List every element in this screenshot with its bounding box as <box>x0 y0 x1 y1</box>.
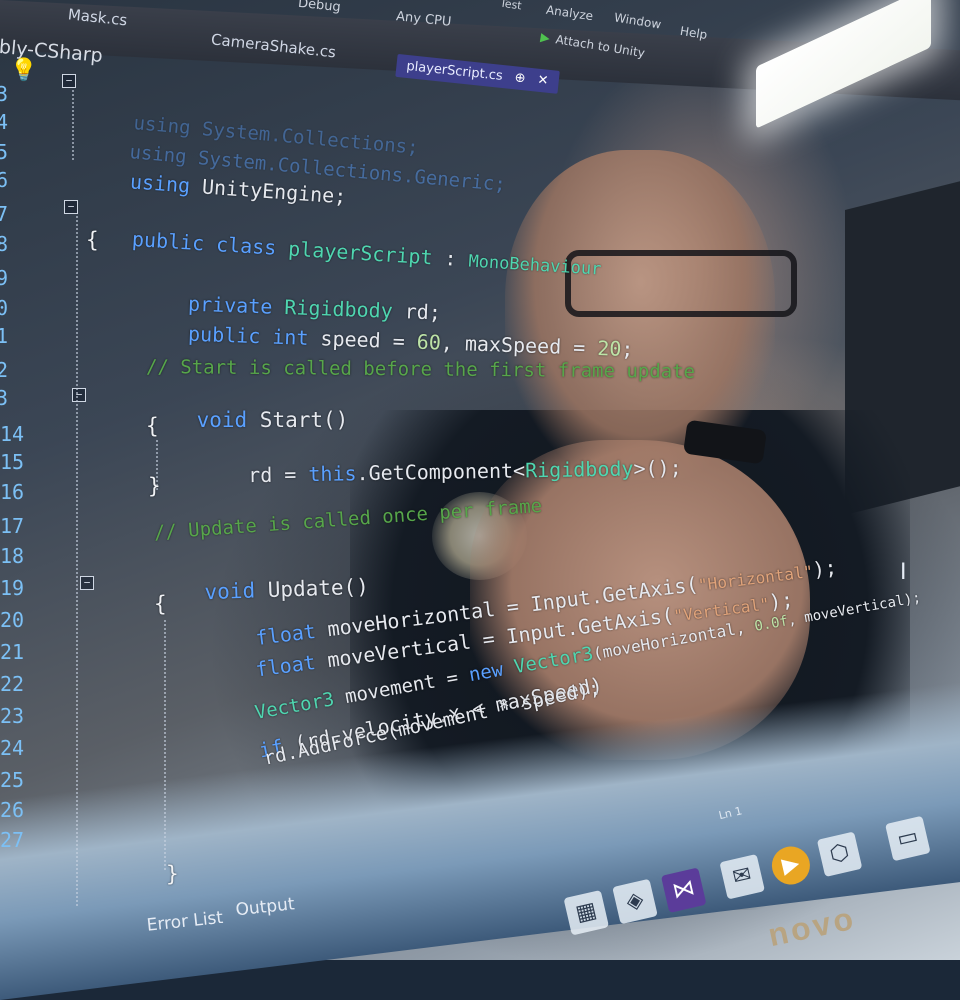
code-line-12: { <box>146 414 159 438</box>
base-class: MonoBehaviour <box>467 251 602 280</box>
visual-studio-icon[interactable]: ⋈ <box>660 867 707 913</box>
cube-icon[interactable]: ⬡ <box>816 831 863 878</box>
tab-error-list[interactable]: Error List <box>146 908 224 936</box>
file-explorer-icon[interactable]: ▦ <box>563 889 610 936</box>
identifier: UnityEngine; <box>189 173 348 209</box>
code-comment: // Start is called before the first fram… <box>145 356 696 383</box>
number: 0.0f <box>753 613 790 635</box>
unity-icon[interactable]: ◈ <box>612 878 658 925</box>
identifier: rd = <box>247 462 309 488</box>
identifier: (moveHorizontal, <box>591 616 757 664</box>
identifier: .GetComponent< <box>356 458 526 486</box>
type: Rigidbody <box>524 456 634 483</box>
keyword: this <box>308 461 357 487</box>
keyword: using <box>129 169 191 198</box>
identifier: , maxSpeed = <box>440 330 598 360</box>
code-line-13: rd = this.GetComponent<Rigidbody>(); <box>199 432 682 512</box>
punctuation: >(); <box>633 455 682 481</box>
method-name: Start() <box>247 408 349 432</box>
code-line-6: { <box>86 228 99 252</box>
class-name: playerScript <box>275 235 434 270</box>
desktop-icon[interactable]: ▭ <box>885 815 931 862</box>
number: 20 <box>596 335 622 361</box>
code-line-14: } <box>148 474 161 498</box>
keyword: void <box>204 578 256 605</box>
status-line-number: Ln 1 <box>717 804 744 823</box>
code-line-18: { <box>154 592 167 616</box>
keyword: void <box>196 408 248 432</box>
mail-icon[interactable]: ✉ <box>719 853 765 900</box>
code-line-27: } <box>166 862 179 886</box>
identifier: speed = <box>308 325 418 354</box>
punctuation: ; <box>620 336 634 362</box>
tab-output[interactable]: Output <box>235 894 296 920</box>
keyword: public class <box>131 226 278 260</box>
text-cursor-icon: I <box>900 560 907 585</box>
punctuation: , moveVertical); <box>786 589 923 630</box>
media-player-icon[interactable]: ▶ <box>768 842 814 889</box>
keyword: public int <box>187 321 309 350</box>
number: 60 <box>416 329 442 355</box>
punctuation: : <box>431 245 470 272</box>
